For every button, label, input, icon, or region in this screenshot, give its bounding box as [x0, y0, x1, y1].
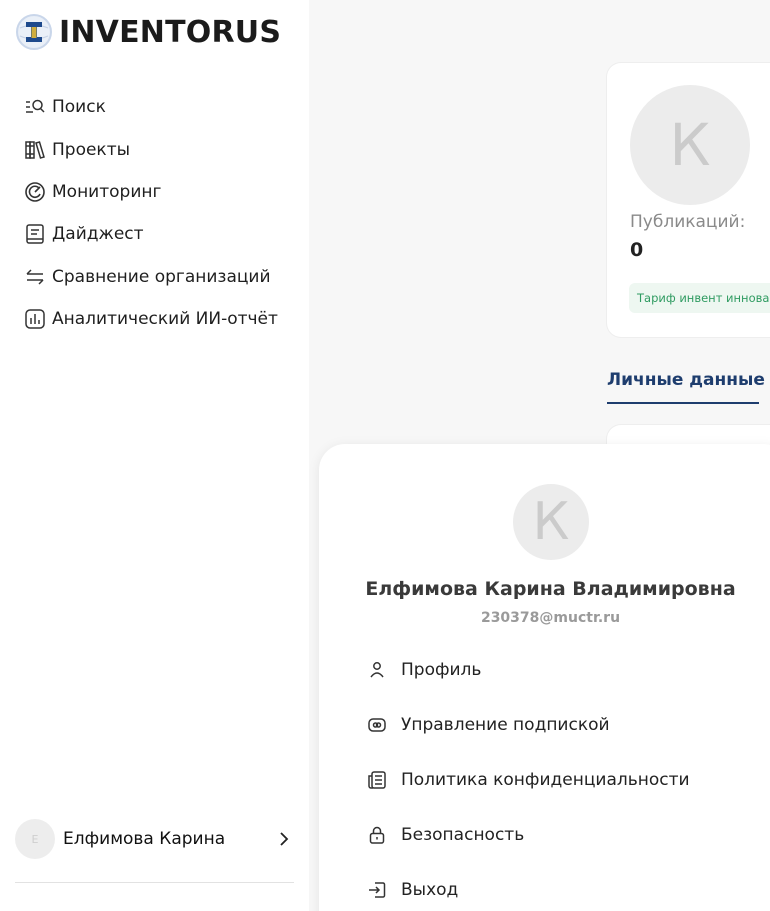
menu-item-label: Управление подпиской [401, 714, 610, 735]
monitoring-icon [25, 182, 45, 202]
sidebar-item-label: Поиск [52, 97, 106, 118]
tab-underline [607, 402, 759, 404]
sidebar-user[interactable]: Е Елфимова Карина [15, 818, 295, 860]
menu-item-profile[interactable]: Профиль [367, 642, 690, 697]
sidebar-nav: Поиск Проекты Мониторинг Дайджест Сравне… [24, 86, 278, 340]
sidebar-item-label: Сравнение организаций [52, 266, 271, 287]
sidebar: INVENTORUS Поиск Проекты Мониторинг Дайд… [0, 0, 309, 911]
user-name: Елфимова Карина [63, 829, 226, 849]
user-email: 230378@muctr.ru [480, 610, 621, 626]
sidebar-item-digest[interactable]: Дайджест [24, 213, 278, 255]
profile-card: К Публикаций: 0 Тариф инвент инновационн… [607, 63, 770, 337]
sidebar-item-monitoring[interactable]: Мониторинг [24, 171, 278, 213]
avatar: Е [15, 819, 55, 859]
avatar: К [630, 85, 750, 205]
logo-text: INVENTORUS [59, 14, 282, 50]
chevron-right-icon[interactable] [273, 828, 295, 850]
user-menu-list: Профиль Управление подпиской Политика ко… [367, 642, 690, 911]
sidebar-item-search[interactable]: Поиск [24, 86, 278, 128]
logout-icon [369, 881, 386, 898]
analytics-chart-icon [25, 309, 45, 329]
sidebar-item-projects[interactable]: Проекты [24, 128, 278, 170]
divider [15, 882, 294, 883]
logo-icon [16, 14, 52, 50]
menu-item-label: Профиль [401, 659, 482, 680]
menu-item-label: Выход [401, 879, 459, 900]
publications-label: Публикаций: [630, 212, 746, 232]
menu-item-subscription[interactable]: Управление подпиской [367, 697, 690, 752]
user-full-name: Елфимова Карина Владимировна [365, 578, 736, 600]
menu-item-label: Безопасность [401, 824, 525, 845]
sidebar-item-label: Дайджест [52, 224, 144, 245]
sidebar-item-compare[interactable]: Сравнение организаций [24, 256, 278, 298]
sidebar-item-label: Аналитический ИИ-отчёт [52, 309, 278, 330]
menu-item-privacy-policy[interactable]: Политика конфиденциальности [367, 752, 690, 807]
logo[interactable]: INVENTORUS [16, 14, 281, 50]
search-list-icon [26, 99, 45, 113]
sidebar-item-label: Мониторинг [52, 181, 162, 202]
publications-value: 0 [630, 239, 644, 261]
tab-personal-data[interactable]: Личные данные [607, 370, 765, 390]
person-icon [370, 661, 384, 677]
subscription-icon [368, 717, 386, 732]
menu-item-logout[interactable]: Выход [367, 862, 690, 911]
tariff-badge: Тариф инвент инновационный [629, 283, 770, 313]
compare-arrows-icon [26, 269, 44, 285]
sidebar-item-label: Проекты [52, 139, 131, 160]
digest-icon [26, 224, 44, 245]
sidebar-item-ai-report[interactable]: Аналитический ИИ-отчёт [24, 298, 278, 340]
user-menu-dropdown: К Елфимова Карина Владимировна 230378@mu… [319, 444, 770, 911]
menu-item-security[interactable]: Безопасность [367, 807, 690, 862]
menu-item-label: Политика конфиденциальности [401, 769, 690, 790]
lock-icon [369, 826, 385, 844]
books-icon [25, 140, 45, 159]
policy-icon [368, 770, 386, 789]
avatar: К [513, 484, 589, 560]
